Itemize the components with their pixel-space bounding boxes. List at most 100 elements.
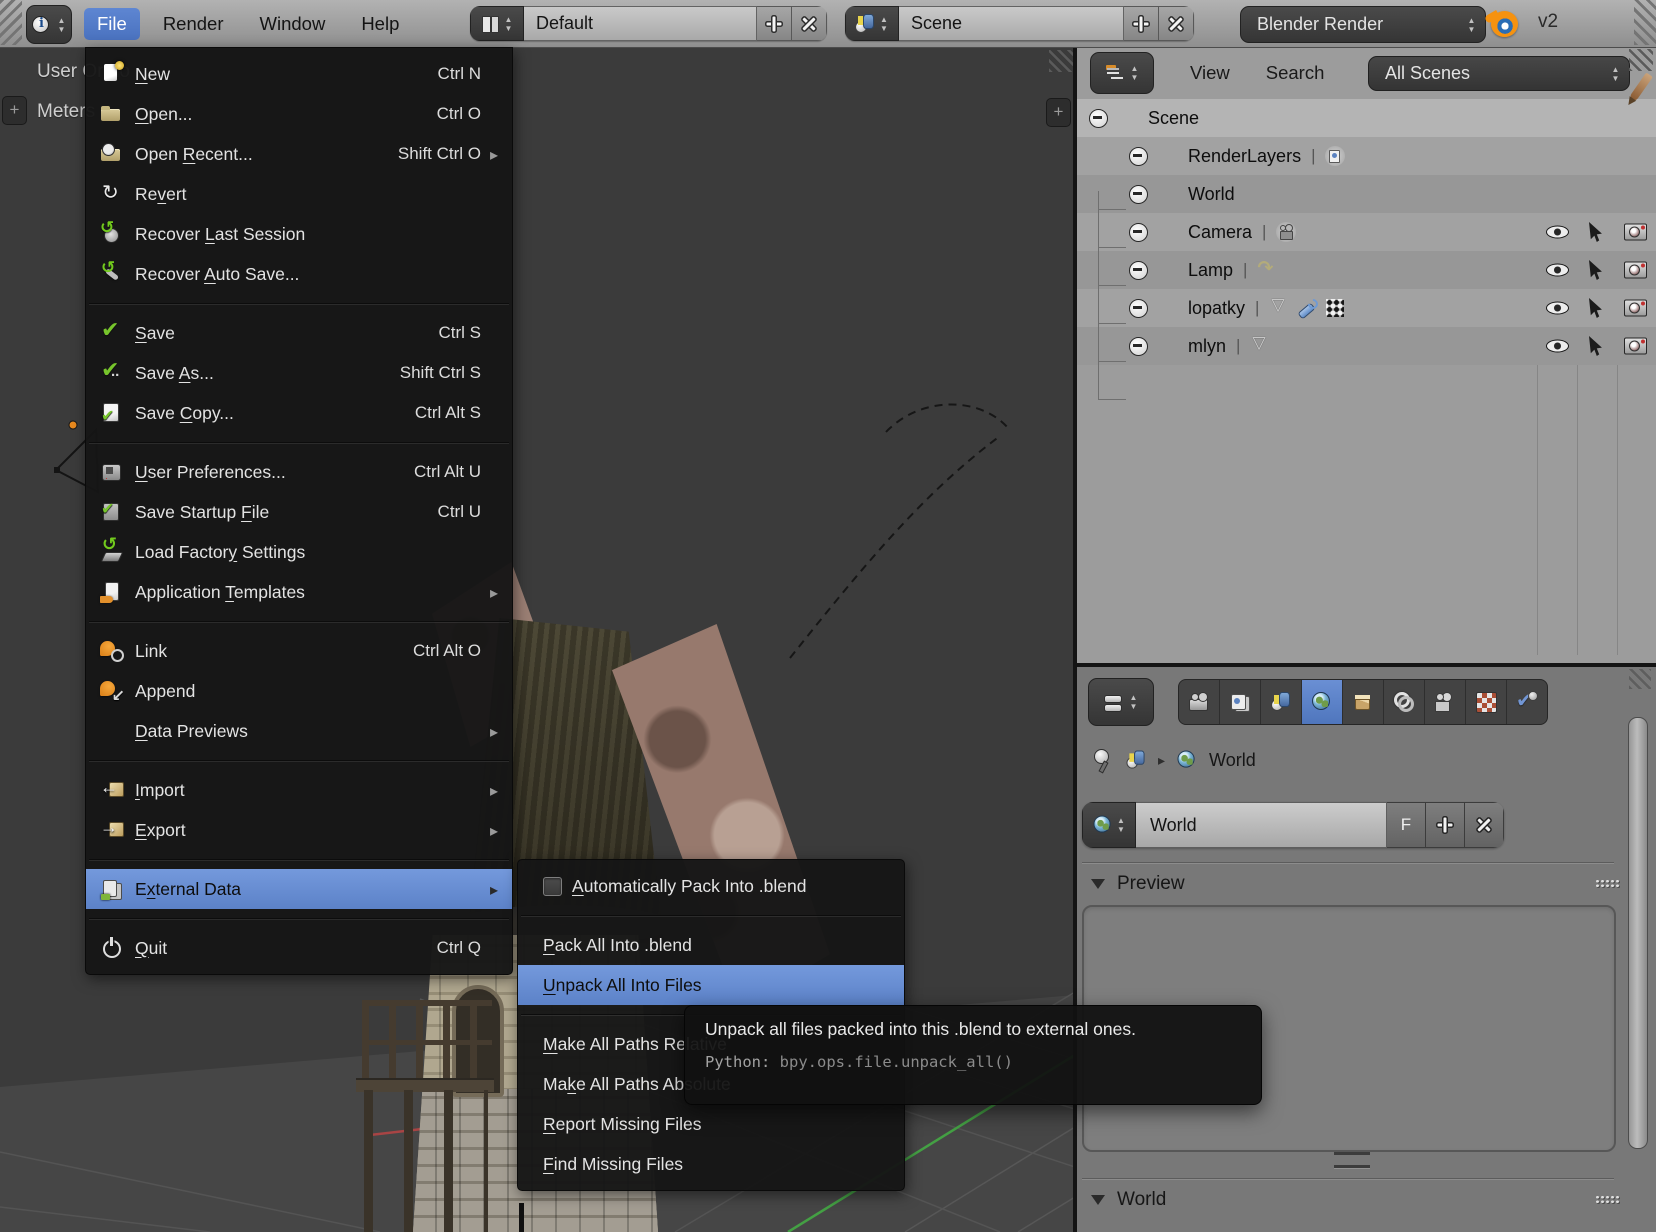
pin-icon[interactable] [1093,749,1111,771]
header-menu-item[interactable]: File [84,8,140,40]
external-data-menu-item[interactable]: Unpack All Into Files [518,965,904,1005]
renderability-camera-icon[interactable] [1624,338,1647,355]
properties-tab[interactable] [1384,680,1425,724]
expand-toggle-icon[interactable] [1129,223,1148,242]
file-menu-item[interactable]: Link Ctrl Alt O [86,631,512,671]
file-menu-item[interactable]: New Ctrl N [86,54,512,94]
window-resize-corner[interactable] [0,0,22,45]
visibility-eye-icon[interactable] [1546,264,1569,277]
visibility-eye-icon[interactable] [1546,340,1569,353]
file-menu-item[interactable]: Application Templates [86,572,512,612]
delete-scene-button[interactable] [1159,6,1194,41]
datablock-name-field[interactable]: World [1136,802,1387,848]
header-menu-item[interactable]: Window [247,8,339,40]
delete-layout-button[interactable] [792,6,827,41]
file-menu-item[interactable]: Quit Ctrl Q [86,928,512,968]
properties-tab[interactable] [1302,680,1343,724]
selectability-cursor-icon[interactable] [1589,222,1604,242]
external-data-menu-item[interactable]: Automatically Pack Into .blend [518,866,904,906]
file-menu-item[interactable]: Load Factory Settings [86,532,512,572]
sidebar-expand-button[interactable]: + [1046,98,1071,127]
selectability-cursor-icon[interactable] [1589,336,1604,356]
fake-user-button[interactable]: F [1387,802,1426,848]
outliner-row[interactable]: lopatky [1077,289,1656,327]
panel-collapse-icon[interactable] [1091,1195,1105,1205]
file-menu-item[interactable]: Data Previews [86,711,512,751]
outliner-row[interactable]: World [1077,175,1656,213]
outliner-display-filter-dropdown[interactable]: All Scenes [1368,56,1630,91]
external-data-menu-item[interactable]: Pack All Into .blend [518,925,904,965]
file-menu-item[interactable]: Recover Last Session [86,214,512,254]
file-menu-item[interactable]: External Data [86,869,512,909]
expand-toggle-icon[interactable] [1129,337,1148,356]
panel-drag-grip[interactable] [1595,879,1621,888]
outliner-resize-corner[interactable] [1629,49,1653,71]
outliner-row[interactable]: Camera [1077,213,1656,251]
editor-border-horizontal[interactable] [1073,663,1656,667]
properties-tab[interactable] [1179,680,1220,724]
renderability-camera-icon[interactable] [1624,300,1647,317]
file-menu-item[interactable]: Save As... Shift Ctrl S [86,353,512,393]
visibility-eye-icon[interactable] [1546,302,1569,315]
outliner-view-menu[interactable]: View [1190,62,1230,84]
renderability-camera-icon[interactable] [1624,262,1647,279]
properties-tab[interactable] [1343,680,1384,724]
window-resize-corner[interactable] [1634,0,1656,45]
toolshelf-expand-button[interactable]: + [2,96,27,125]
outliner-row[interactable]: Scene [1077,99,1656,137]
selectability-cursor-icon[interactable] [1589,260,1604,280]
checkbox[interactable] [543,877,562,896]
file-menu-item[interactable]: Append [86,671,512,711]
file-menu-item[interactable]: Export [86,810,512,850]
properties-resize-corner[interactable] [1629,669,1651,689]
visibility-eye-icon[interactable] [1546,226,1569,239]
add-scene-button[interactable] [1124,6,1159,41]
panel-drag-grip[interactable] [1595,1195,1621,1204]
external-data-menu-item[interactable]: Find Missing Files [518,1144,904,1184]
datablock-browse-button[interactable] [1082,802,1136,848]
expand-toggle-icon[interactable] [1129,147,1148,166]
render-engine-dropdown[interactable]: Blender Render [1240,6,1486,43]
layout-name-field[interactable]: Default [524,6,757,41]
world-panel-header[interactable]: World [1091,1186,1166,1214]
scene-breadcrumb-icon[interactable] [1126,750,1147,771]
editor-type-selector[interactable] [1088,678,1154,726]
file-menu-item[interactable]: User Preferences... Ctrl Alt U [86,452,512,492]
file-menu-item[interactable]: Save Startup File Ctrl U [86,492,512,532]
add-layout-button[interactable] [757,6,792,41]
file-menu-item[interactable]: Open Recent... Shift Ctrl O [86,134,512,174]
scene-name-field[interactable]: Scene [899,6,1124,41]
file-menu-item[interactable]: Import [86,770,512,810]
unlink-datablock-button[interactable] [1465,802,1504,848]
properties-scrollbar[interactable] [1628,717,1648,1149]
file-menu-item[interactable]: Recover Auto Save... [86,254,512,294]
expand-toggle-icon[interactable] [1129,185,1148,204]
properties-tab[interactable] [1220,680,1261,724]
renderability-camera-icon[interactable] [1624,224,1647,241]
viewport-resize-corner[interactable] [1049,50,1073,72]
preview-panel-header[interactable]: Preview [1091,870,1185,898]
properties-tab[interactable] [1261,680,1302,724]
scene-browse-button[interactable] [845,6,899,41]
external-data-menu-item[interactable]: Report Missing Files [518,1104,904,1144]
outliner-row[interactable]: mlyn [1077,327,1656,365]
file-menu-item[interactable]: Revert [86,174,512,214]
selectability-cursor-icon[interactable] [1589,298,1604,318]
info-editor-selector[interactable] [26,5,72,44]
header-menu-item[interactable]: Help [348,8,412,40]
properties-tab[interactable] [1425,680,1466,724]
panel-collapse-icon[interactable] [1091,879,1105,889]
preview-resize-handle[interactable] [1334,1152,1370,1168]
expand-toggle-icon[interactable] [1129,261,1148,280]
file-menu-item[interactable]: Open... Ctrl O [86,94,512,134]
expand-toggle-icon[interactable] [1129,299,1148,318]
layout-browse-button[interactable] [470,6,524,41]
new-datablock-button[interactable] [1426,802,1465,848]
properties-tab[interactable] [1507,680,1547,724]
properties-tab[interactable] [1466,680,1507,724]
editor-type-selector[interactable] [1090,52,1154,94]
header-menu-item[interactable]: Render [150,8,237,40]
expand-toggle-icon[interactable] [1089,109,1108,128]
outliner-row[interactable]: RenderLayers [1077,137,1656,175]
outliner-row[interactable]: Lamp [1077,251,1656,289]
